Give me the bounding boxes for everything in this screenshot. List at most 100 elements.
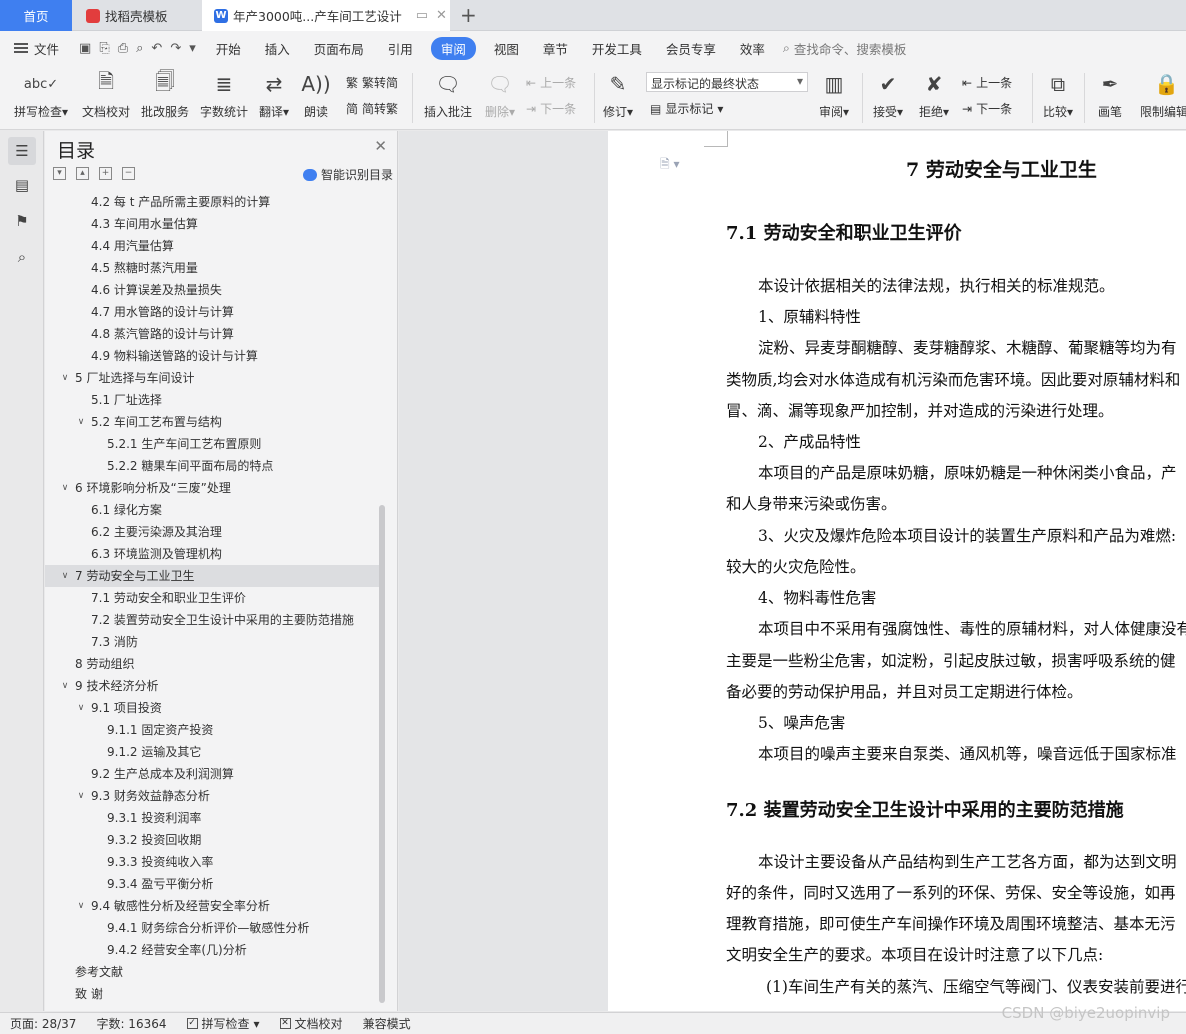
read-aloud-button[interactable]: A)) 朗读: [298, 69, 334, 120]
doc-proof-button[interactable]: 🗎 文档校对: [80, 69, 132, 120]
menu-start[interactable]: 开始: [204, 39, 253, 58]
new-tab-button[interactable]: +: [460, 3, 477, 27]
menu-layout[interactable]: 页面布局: [302, 39, 376, 58]
toc-item[interactable]: 4.5 熬糖时蒸汽用量: [45, 257, 380, 279]
spell-check-button[interactable]: abc✓ 拼写检查▾: [10, 69, 72, 120]
bookmark-icon[interactable]: ⚑: [8, 207, 36, 235]
pen-button[interactable]: ✒ 画笔: [1090, 69, 1130, 120]
toc-item[interactable]: ∨ 9 技术经济分析: [45, 675, 380, 697]
toc-item[interactable]: ∨ 9.1 项目投资: [45, 697, 380, 719]
toc-item[interactable]: 9.2 生产总成本及利润测算: [45, 763, 380, 785]
delete-comment-button[interactable]: 🗨 删除▾: [480, 69, 520, 120]
word-count-indicator[interactable]: 字数: 16364: [86, 1015, 176, 1032]
file-menu[interactable]: 文件: [0, 39, 71, 58]
toc-item[interactable]: 4.3 车间用水量估算: [45, 213, 380, 235]
toc-item[interactable]: 致 谢: [45, 983, 380, 1005]
toc-item[interactable]: 9.1.1 固定资产投资: [45, 719, 380, 741]
toc-item[interactable]: 6.3 环境监测及管理机构: [45, 543, 380, 565]
expand-all-icon[interactable]: ▾: [53, 167, 66, 180]
accept-button[interactable]: ✔ 接受▾: [868, 69, 908, 120]
tab-home[interactable]: 首页: [0, 0, 72, 31]
toc-item[interactable]: 7.1 劳动安全和职业卫生评价: [45, 587, 380, 609]
toc-item[interactable]: 5.2.1 生产车间工艺布置原则: [45, 433, 380, 455]
chevron-down-icon[interactable]: ∨: [75, 785, 87, 807]
toc-panel-icon[interactable]: ☰: [8, 137, 36, 165]
add-heading-icon[interactable]: +: [99, 167, 112, 180]
save-icon[interactable]: ▣: [79, 41, 91, 56]
menu-reference[interactable]: 引用: [376, 39, 425, 58]
menu-insert[interactable]: 插入: [253, 39, 302, 58]
batch-service-button[interactable]: 🗐 批改服务: [138, 69, 192, 120]
chevron-down-icon[interactable]: ∨: [75, 411, 87, 433]
print-preview-icon[interactable]: ⌕: [136, 41, 143, 56]
insert-comment-button[interactable]: 🗨 插入批注: [420, 69, 476, 120]
more-icon[interactable]: ▾: [189, 41, 196, 56]
markup-mode-select[interactable]: 显示标记的最终状态: [646, 72, 808, 92]
next-change-button[interactable]: ⇥ 下一条: [962, 100, 1012, 117]
toc-item[interactable]: ∨ 9.4 敏感性分析及经营安全率分析: [45, 895, 380, 917]
toc-item[interactable]: 9.1.2 运输及其它: [45, 741, 380, 763]
compare-button[interactable]: ⧉ 比较▾: [1038, 69, 1078, 120]
prev-change-button[interactable]: ⇤ 上一条: [962, 74, 1012, 91]
reject-button[interactable]: ✘ 拒绝▾: [914, 69, 954, 120]
command-search[interactable]: ⌕ 查找命令、搜索模板: [783, 39, 907, 58]
toc-item[interactable]: 8 劳动组织: [45, 653, 380, 675]
toc-item[interactable]: 4.6 计算误差及热量损失: [45, 279, 380, 301]
toc-item[interactable]: 4.4 用汽量估算: [45, 235, 380, 257]
toc-item[interactable]: 9.3.3 投资纯收入率: [45, 851, 380, 873]
chevron-down-icon[interactable]: ∨: [59, 565, 71, 587]
menu-member[interactable]: 会员专享: [654, 39, 728, 58]
menu-section[interactable]: 章节: [531, 39, 580, 58]
chevron-down-icon[interactable]: ∨: [59, 367, 71, 389]
tab-document[interactable]: W 年产3000吨...产车间工艺设计 ▭ ✕: [202, 0, 450, 31]
translate-button[interactable]: ⇄ 翻译▾: [254, 69, 294, 120]
close-icon[interactable]: ✕: [374, 137, 387, 155]
menu-view[interactable]: 视图: [482, 39, 531, 58]
redo-icon[interactable]: ↷: [170, 41, 181, 56]
page-indicator[interactable]: 页面: 28/37: [0, 1015, 86, 1032]
undo-icon[interactable]: ↶: [151, 41, 162, 56]
chevron-down-icon[interactable]: ∨: [75, 895, 87, 917]
toc-scrollbar[interactable]: [379, 505, 385, 1003]
collapse-all-icon[interactable]: ▴: [76, 167, 89, 180]
toc-item[interactable]: 4.2 每 t 产品所需主要原料的计算: [45, 191, 380, 213]
document-page[interactable]: 🗎 ▾ 7 劳动安全与工业卫生 7.1 劳动安全和职业卫生评价 本设计依据相关的…: [608, 131, 1186, 1011]
prev-comment-button[interactable]: ⇤ 上一条: [526, 74, 576, 91]
toc-item[interactable]: ∨ 5 厂址选择与车间设计: [45, 367, 380, 389]
toc-item[interactable]: 4.7 用水管路的设计与计算: [45, 301, 380, 323]
show-markup-button[interactable]: ▤ 显示标记 ▾: [650, 100, 723, 117]
toc-item[interactable]: 5.2.2 糖果车间平面布局的特点: [45, 455, 380, 477]
toc-item[interactable]: ∨ 5.2 车间工艺布置与结构: [45, 411, 380, 433]
toc-item[interactable]: 9.3.4 盈亏平衡分析: [45, 873, 380, 895]
toc-item[interactable]: 4.8 蒸汽管路的设计与计算: [45, 323, 380, 345]
toc-item[interactable]: 9.3.2 投资回收期: [45, 829, 380, 851]
chevron-down-icon[interactable]: ∨: [75, 697, 87, 719]
menu-review[interactable]: 审阅: [430, 36, 476, 60]
status-spell-check[interactable]: ✓ 拼写检查 ▾: [177, 1015, 270, 1032]
smart-toc-button[interactable]: 智能识别目录: [302, 166, 393, 183]
menu-devtools[interactable]: 开发工具: [580, 39, 654, 58]
close-tab-icon[interactable]: ✕: [436, 8, 447, 23]
pin-icon[interactable]: ▭: [416, 8, 428, 23]
toc-item[interactable]: 4.9 物料输送管路的设计与计算: [45, 345, 380, 367]
track-changes-button[interactable]: ✎ 修订▾: [600, 69, 636, 120]
toc-item[interactable]: ∨ 9.3 财务效益静态分析: [45, 785, 380, 807]
restrict-edit-button[interactable]: 🔒 限制编辑: [1140, 69, 1186, 120]
toc-item[interactable]: 6.2 主要污染源及其治理: [45, 521, 380, 543]
status-doc-proof[interactable]: ✕ 文档校对: [270, 1015, 353, 1032]
search-icon[interactable]: ⌕: [8, 243, 36, 271]
toc-item[interactable]: 5.1 厂址选择: [45, 389, 380, 411]
print-icon[interactable]: ⎙: [118, 41, 128, 56]
toc-item[interactable]: ∨ 6 环境影响分析及“三废”处理: [45, 477, 380, 499]
toc-item[interactable]: 6.1 绿化方案: [45, 499, 380, 521]
chevron-down-icon[interactable]: ∨: [59, 477, 71, 499]
toc-item[interactable]: 参考文献: [45, 961, 380, 983]
toc-item[interactable]: 9.4.1 财务综合分析评价—敏感性分析: [45, 917, 380, 939]
menu-efficiency[interactable]: 效率: [728, 39, 777, 58]
toc-item[interactable]: 9.4.2 经营安全率(几)分析: [45, 939, 380, 961]
chapter-nav-icon[interactable]: ▤: [8, 171, 36, 199]
toc-item[interactable]: 7.2 装置劳动安全卫生设计中采用的主要防范措施: [45, 609, 380, 631]
simp-to-trad-button[interactable]: 简简转繁: [346, 100, 398, 117]
toc-item[interactable]: 7.3 消防: [45, 631, 380, 653]
review-pane-button[interactable]: ▥ 审阅▾: [814, 69, 854, 120]
